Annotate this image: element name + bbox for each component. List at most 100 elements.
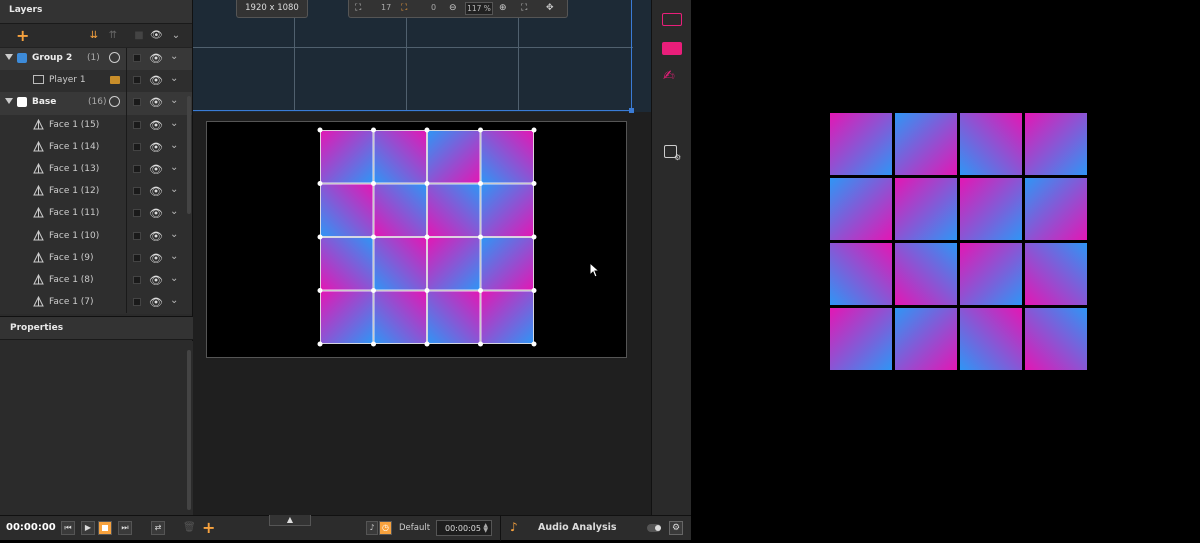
- vertex-handle[interactable]: [424, 234, 430, 240]
- duration-input[interactable]: 00:00:05 ▲ ▼: [436, 520, 492, 536]
- eye-icon[interactable]: 👁: [149, 141, 163, 154]
- layer-group-row[interactable]: Base (16) 👁 ⌄: [0, 92, 192, 115]
- lock-toggle[interactable]: [133, 298, 141, 307]
- chevron-down-icon[interactable]: ⌄: [170, 206, 178, 217]
- transition-icon[interactable]: ♪: [366, 521, 378, 535]
- vertex-handle[interactable]: [531, 288, 537, 293]
- vertex-handle[interactable]: [371, 181, 376, 186]
- vertex-handle[interactable]: [531, 341, 537, 347]
- vertex-handle[interactable]: [317, 181, 323, 186]
- mapping-face[interactable]: [427, 130, 481, 184]
- mapping-face[interactable]: [320, 130, 374, 184]
- eye-icon[interactable]: 👁: [149, 74, 163, 87]
- vertex-handle[interactable]: [478, 341, 483, 347]
- chevron-down-icon[interactable]: ⌄: [170, 73, 178, 84]
- chevron-down-icon[interactable]: ⌄: [170, 229, 178, 240]
- vertex-handle[interactable]: [371, 127, 376, 133]
- output-mode-icon[interactable]: [662, 42, 682, 55]
- layer-row[interactable]: Face 1 (12) 👁 ⌄: [0, 181, 192, 204]
- chevron-down-icon[interactable]: ⌄: [170, 162, 178, 173]
- vertex-handle[interactable]: [371, 234, 376, 240]
- layers-scrollbar[interactable]: [187, 96, 191, 214]
- vertex-handle[interactable]: [317, 234, 323, 240]
- skip-forward-icon[interactable]: ⏭: [118, 521, 132, 535]
- lock-toggle[interactable]: [133, 253, 141, 262]
- selection-handle[interactable]: [629, 108, 634, 113]
- mapping-face[interactable]: [427, 290, 481, 344]
- lock-toggle[interactable]: [133, 187, 141, 196]
- layer-row[interactable]: Face 1 (14) 👁 ⌄: [0, 136, 192, 159]
- import-icon[interactable]: ⇊: [88, 30, 100, 42]
- zoom-level[interactable]: 117 %: [465, 2, 493, 15]
- mapping-face[interactable]: [320, 237, 374, 291]
- vertex-handle[interactable]: [478, 288, 483, 293]
- mapping-face[interactable]: [480, 290, 534, 344]
- add-layer-icon[interactable]: +: [16, 28, 29, 44]
- audio-settings-icon[interactable]: ⚙: [669, 521, 683, 535]
- eye-icon[interactable]: 👁: [149, 207, 163, 220]
- export-icon[interactable]: ⇈: [107, 30, 119, 42]
- chevron-down-icon[interactable]: ⌄: [170, 51, 178, 62]
- vertex-handle[interactable]: [424, 181, 430, 186]
- lock-toggle[interactable]: [133, 120, 141, 129]
- add-cue-icon[interactable]: +: [202, 518, 215, 537]
- lock-toggle[interactable]: [133, 54, 141, 62]
- vertex-handle[interactable]: [478, 234, 483, 240]
- trash-icon[interactable]: 🗑: [183, 522, 196, 533]
- mapping-face[interactable]: [320, 290, 374, 344]
- resolution-display[interactable]: 1920 x 1080: [236, 0, 308, 18]
- chevron-down-icon[interactable]: ⌄: [170, 118, 178, 129]
- play-icon[interactable]: ▶: [81, 521, 95, 535]
- zoom-out-icon[interactable]: ⊖: [449, 2, 457, 15]
- fit-view-icon[interactable]: ⛶: [521, 2, 527, 15]
- layer-row[interactable]: Face 1 (13) 👁 ⌄: [0, 158, 192, 182]
- lock-toggle[interactable]: [133, 164, 141, 173]
- mapping-face[interactable]: [320, 183, 374, 237]
- lock-toggle[interactable]: [133, 275, 141, 284]
- chevron-down-icon[interactable]: ⌄: [170, 273, 178, 284]
- eye-icon[interactable]: 👁: [149, 119, 163, 132]
- vertex-handle[interactable]: [424, 341, 430, 347]
- eye-icon[interactable]: 👁: [149, 252, 163, 265]
- eye-icon[interactable]: 👁: [149, 163, 163, 176]
- layer-row[interactable]: Face 1 (11) 👁 ⌄: [0, 203, 192, 226]
- lock-toggle[interactable]: [133, 231, 141, 240]
- eye-icon[interactable]: 👁: [149, 230, 163, 243]
- layer-group-row[interactable]: Group 2 (1) 👁 ⌄: [0, 48, 192, 71]
- lock-column-icon[interactable]: ■: [133, 30, 145, 42]
- group-color-chip[interactable]: [17, 53, 27, 63]
- mapping-face[interactable]: [373, 237, 427, 291]
- blend-icon[interactable]: [109, 96, 120, 108]
- eye-icon[interactable]: 👁: [149, 296, 163, 309]
- audio-icon[interactable]: ♪: [510, 520, 518, 534]
- mesh-icon[interactable]: ⛶: [401, 2, 407, 15]
- zoom-in-icon[interactable]: ⊕: [499, 2, 507, 15]
- lock-toggle[interactable]: [133, 98, 141, 107]
- vertex-handle[interactable]: [317, 341, 323, 347]
- mapping-face[interactable]: [480, 237, 534, 291]
- mapping-face[interactable]: [480, 130, 534, 184]
- group-color-chip[interactable]: [17, 97, 27, 108]
- stop-icon[interactable]: [98, 521, 112, 535]
- layer-row[interactable]: Face 1 (10) 👁 ⌄: [0, 225, 192, 248]
- input-mode-icon[interactable]: [662, 13, 682, 26]
- vertex-handle[interactable]: [424, 288, 430, 293]
- chevron-down-icon[interactable]: ⌄: [170, 251, 178, 262]
- chevron-down-icon[interactable]: ⌄: [170, 295, 178, 306]
- transform-icon[interactable]: ⛶: [355, 2, 361, 15]
- vertex-handle[interactable]: [478, 127, 483, 133]
- mapping-face[interactable]: [373, 183, 427, 237]
- vertex-handle[interactable]: [531, 127, 537, 133]
- layer-row[interactable]: Face 1 (15) 👁 ⌄: [0, 114, 192, 137]
- vertex-handle[interactable]: [424, 127, 430, 133]
- chevron-down-icon[interactable]: ⌄: [170, 140, 178, 151]
- eye-icon[interactable]: 👁: [149, 52, 163, 65]
- skip-back-icon[interactable]: ⏮: [61, 521, 75, 535]
- chevron-down-icon[interactable]: ⌄: [170, 184, 178, 195]
- collapse-all-icon[interactable]: ⌄: [170, 30, 182, 42]
- vertex-handle[interactable]: [317, 127, 323, 133]
- audio-analysis-toggle[interactable]: [647, 524, 661, 532]
- mapping-face[interactable]: [427, 183, 481, 237]
- timer-icon[interactable]: ◷: [379, 521, 392, 535]
- vertex-handle[interactable]: [371, 341, 376, 347]
